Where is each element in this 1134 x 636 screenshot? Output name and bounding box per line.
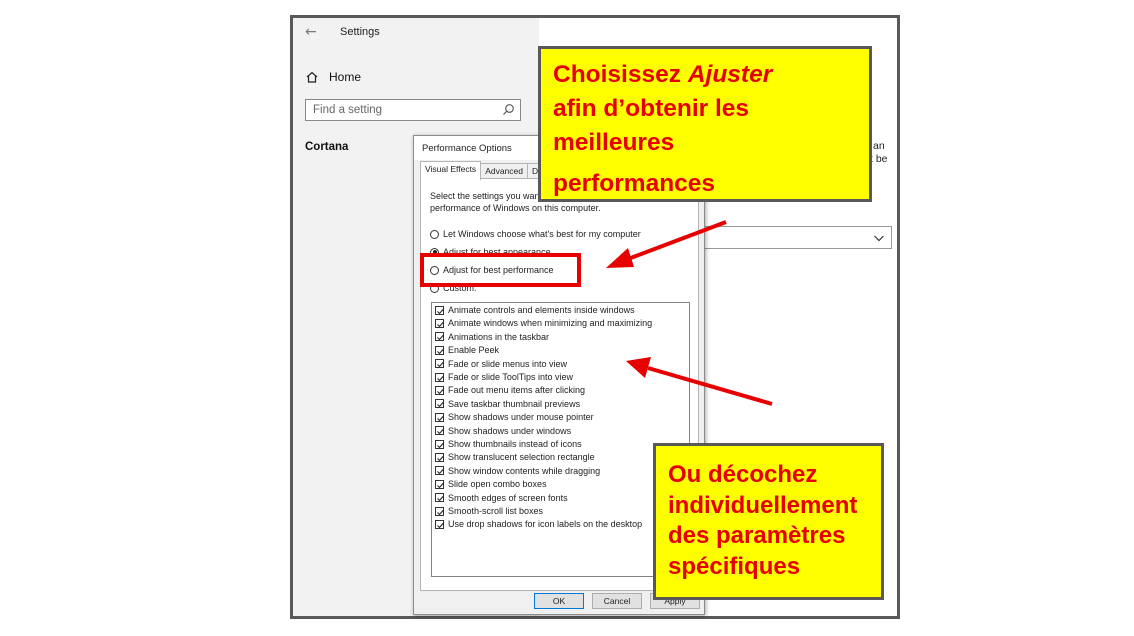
callout-line: afin d’obtenir les [553,95,750,122]
callout-line: Choisissez Ajuster [553,58,869,92]
callout-uncheck-individually: Ou décochez individuellement des paramèt… [653,443,884,600]
arrow-to-best-performance [606,220,727,268]
callout-line: individuellement [668,491,858,519]
callout-line: performances [553,170,716,197]
callout-text: Choisissez [553,61,688,88]
callout-emphasis: Ajuster [687,61,773,88]
callout-adjust-performance: Choisissez Ajuster afin d’obtenir les me… [538,46,872,202]
callout-line: des paramètres [668,522,846,549]
tab-visual-effects[interactable]: Visual Effects [420,161,482,180]
callout-line: meilleures [553,129,675,156]
callout-line: spécifiques [668,552,801,580]
arrow-to-checkbox-list [626,357,773,406]
callout-line: Ou décochez [668,461,818,488]
